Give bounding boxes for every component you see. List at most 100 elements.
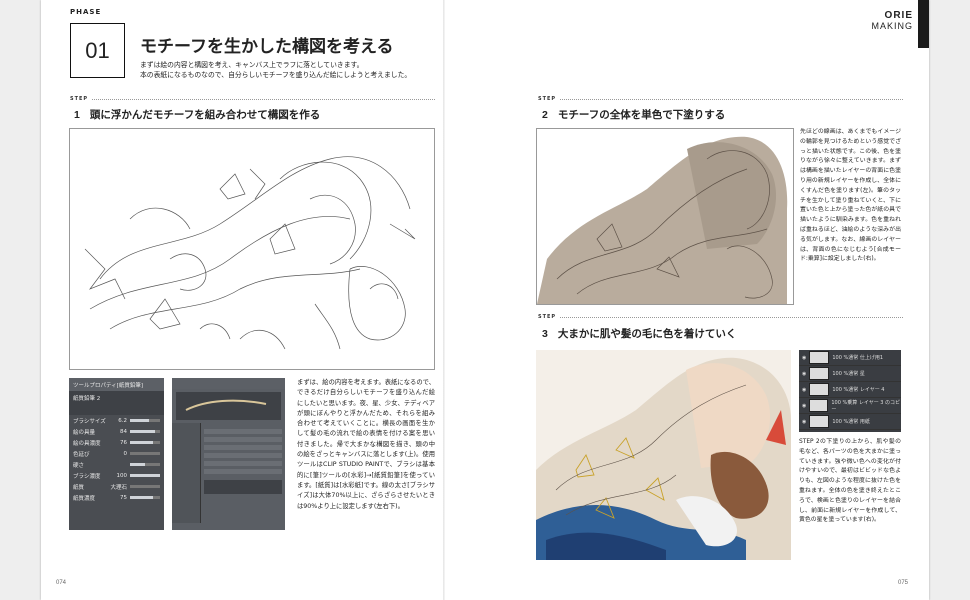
slider-fill [130, 419, 149, 422]
tool-setting-slider[interactable] [130, 474, 160, 477]
step3-title: 大まかに肌や髪の毛に色を着けていく [557, 328, 737, 340]
tool-setting-control[interactable]: 6.2 [118, 418, 160, 424]
layer-thumbnail [809, 383, 830, 396]
tool-setting-value: 6.2 [118, 417, 127, 424]
setting-row [204, 453, 282, 458]
tool-setting-value: 84 [120, 428, 127, 435]
step3-tag: STEP [538, 314, 557, 320]
sketch-illustration [84, 156, 416, 350]
tool-setting-control[interactable]: 0 [123, 450, 160, 457]
layer-thumbnail [809, 415, 830, 428]
tool-setting-label: 絵の具濃度 [73, 440, 101, 447]
underpaint-image [536, 128, 794, 305]
color-illustration [536, 350, 791, 560]
tool-setting-row[interactable]: 色延び 0 [69, 448, 164, 459]
setting-row [204, 437, 282, 442]
tool-setting-row[interactable]: 紙質 大理石 [69, 481, 164, 492]
sub-brush-preview [176, 392, 281, 420]
layer-label: 100 %通常 星 [832, 371, 865, 377]
tool-setting-slider[interactable] [130, 441, 160, 444]
tool-setting-label: 絵の具量 [73, 429, 96, 436]
tool-rows: ブラシサイズ 6.2 絵の具量 84 絵の具濃度 76 色延び 0 硬さブラシ濃度 100 紙質 大理… [69, 415, 164, 503]
sub-panel-categories [172, 423, 201, 523]
brush-name: 紙質鉛筆 2 [73, 396, 101, 402]
tool-setting-control[interactable]: 100 [116, 472, 160, 479]
step2-tag: STEP [538, 96, 557, 102]
page-gutter [443, 0, 445, 600]
tool-setting-slider[interactable] [130, 452, 160, 455]
tool-setting-control[interactable]: 84 [120, 429, 160, 435]
step1-tag: STEP [70, 96, 89, 102]
tool-setting-value: 100 [116, 472, 128, 479]
step1-number: 1 [74, 109, 80, 121]
step3-number: 3 [542, 328, 548, 340]
step1-title: 頭に浮かんだモチーフを組み合わせて構図を作る [89, 109, 321, 121]
tool-setting-slider[interactable] [130, 463, 160, 466]
setting-row [204, 429, 282, 434]
tool-setting-row[interactable]: 絵の具量 84 [69, 426, 164, 437]
layer-panel: ◉ 100 %通常 仕上げ用1 ◉ 100 %通常 星 ◉ 100 %通常 レイヤー 4 ◉… [799, 350, 901, 432]
tool-setting-slider[interactable] [130, 485, 160, 488]
tool-property-panel: ツールプロパティ[紙質鉛筆] 紙質鉛筆 2 ブラシサイズ 6.2 絵の具量 84 絵の具… [69, 378, 164, 530]
tool-setting-row[interactable]: ブラシ濃度 100 [69, 470, 164, 481]
page-title: モチーフを生かした構図を考える [140, 37, 394, 57]
tool-setting-value: 75 [120, 494, 127, 501]
sub-panel-header [172, 378, 285, 389]
tool-setting-value: 0 [123, 450, 128, 457]
layer-thumbnail [809, 351, 830, 364]
layer-thumbnail [809, 399, 829, 412]
folio-left: 074 [56, 580, 67, 586]
step1-body: まずは、絵の内容を考えます。表紙になるので、できるだけ自分らしいモチーフを盛り込… [297, 379, 435, 510]
tool-setting-slider[interactable] [130, 496, 160, 499]
slider-fill [130, 474, 160, 477]
tool-panel-header: ツールプロパティ[紙質鉛筆] [69, 378, 164, 391]
sub-panel-body [172, 423, 285, 523]
phase-number: 01 [70, 23, 125, 78]
eye-icon[interactable]: ◉ [802, 371, 806, 377]
slider-fill [130, 496, 153, 499]
intro-line: 本の表紙になるものなので、自分らしいモチーフを盛り込んだ絵にしようと考えました。 [140, 71, 412, 79]
layer-label: 100 %通常 レイヤー 4 [832, 387, 885, 393]
step1-rule [92, 99, 435, 100]
tool-setting-row[interactable]: 紙質濃度 75 [69, 492, 164, 503]
eye-icon[interactable]: ◉ [802, 355, 806, 361]
eye-icon[interactable]: ◉ [802, 387, 806, 393]
tool-setting-row[interactable]: 絵の具濃度 76 [69, 437, 164, 448]
sub-tool-detail-panel [172, 378, 285, 530]
eye-icon[interactable]: ◉ [802, 403, 806, 409]
tool-setting-label: 紙質濃度 [73, 495, 96, 502]
layer-row[interactable]: ◉ 100 %通常 星 [799, 366, 901, 382]
tool-setting-control[interactable] [127, 463, 160, 466]
folio-right: 075 [898, 580, 909, 586]
tool-setting-label: ブラシサイズ [73, 418, 106, 425]
tool-setting-label: 色延び [73, 451, 90, 458]
tool-setting-value: 大理石 [110, 484, 127, 491]
slider-fill [130, 463, 145, 466]
layer-row[interactable]: ◉ 100 %通常 仕上げ用1 [799, 350, 901, 366]
layer-row[interactable]: ◉ 100 %乗算 レイヤー 3 のコピー [799, 398, 901, 414]
tool-setting-control[interactable]: 76 [120, 440, 160, 446]
slider-fill [130, 441, 153, 444]
phase-label: PHASE [70, 8, 102, 16]
underpaint-illustration [537, 129, 793, 304]
setting-row [204, 461, 282, 466]
layer-row[interactable]: ◉ 100 %通常 用紙 [799, 414, 901, 430]
tool-setting-control[interactable]: 大理石 [110, 483, 160, 491]
tool-setting-control[interactable]: 75 [120, 495, 160, 501]
step2-body: 先ほどの線画は、あくまでもイメージの輪郭を見つけるためという感覚でざっと描いた状… [800, 129, 901, 263]
brand-line1: ORIE [884, 10, 913, 21]
layer-thumbnail [809, 367, 830, 380]
tool-setting-slider[interactable] [130, 430, 160, 433]
tool-setting-label: 硬さ [73, 462, 85, 469]
tool-setting-row[interactable]: ブラシサイズ 6.2 [69, 415, 164, 426]
eye-icon[interactable]: ◉ [802, 419, 806, 425]
step2-rule [560, 99, 903, 100]
layer-row[interactable]: ◉ 100 %通常 レイヤー 4 [799, 382, 901, 398]
tool-setting-slider[interactable] [130, 419, 160, 422]
tool-setting-label: ブラシ濃度 [73, 473, 101, 480]
tool-setting-row[interactable]: 硬さ [69, 459, 164, 470]
layer-list: ◉ 100 %通常 仕上げ用1 ◉ 100 %通常 星 ◉ 100 %通常 レイヤー 4 ◉… [799, 350, 901, 430]
layer-label: 100 %通常 用紙 [832, 419, 870, 425]
tool-setting-label: 紙質 [73, 484, 85, 491]
step3-heading: 3 大まかに肌や髪の毛に色を着けていく [542, 326, 736, 341]
